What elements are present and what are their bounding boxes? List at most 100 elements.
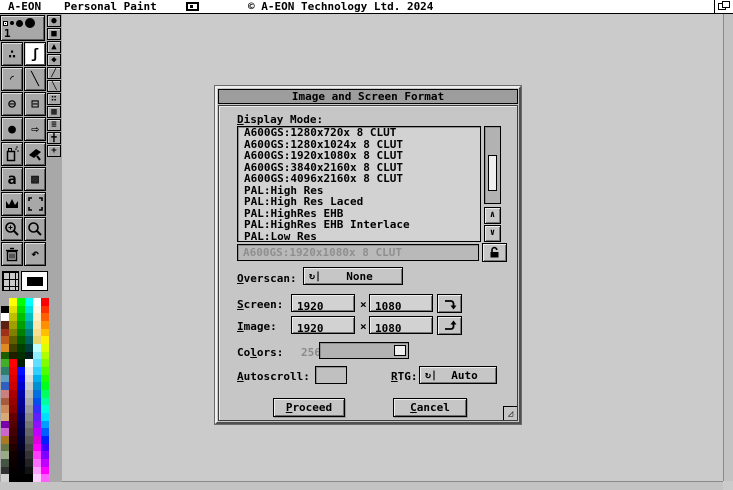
image-width-input[interactable]: [292, 321, 354, 337]
palette-color[interactable]: [33, 451, 41, 459]
palette-color[interactable]: [33, 398, 41, 406]
dialog-resize-gadget[interactable]: ◿: [503, 406, 517, 420]
palette-color[interactable]: [9, 444, 17, 452]
dither-tool[interactable]: ▩: [24, 167, 46, 191]
palette-color[interactable]: [41, 436, 49, 444]
palette-color[interactable]: [41, 459, 49, 467]
dense-dither-pattern[interactable]: ▦: [47, 106, 61, 118]
palette-color[interactable]: [25, 359, 33, 367]
palette-color[interactable]: [17, 467, 25, 475]
proceed-button[interactable]: Proceed: [273, 398, 345, 417]
palette-color[interactable]: [1, 436, 9, 444]
palette-color[interactable]: [17, 405, 25, 413]
palette-color[interactable]: [33, 390, 41, 398]
palette-color[interactable]: [1, 398, 9, 406]
palette-color[interactable]: [25, 428, 33, 436]
palette-color[interactable]: [17, 306, 25, 314]
palette-color[interactable]: [1, 352, 9, 360]
palette-color[interactable]: [25, 405, 33, 413]
palette-color[interactable]: [9, 428, 17, 436]
palette-color[interactable]: [17, 298, 25, 306]
palette-color[interactable]: [9, 359, 17, 367]
display-mode-item[interactable]: PAL:High Res Laced: [238, 196, 480, 208]
palette-color[interactable]: [33, 421, 41, 429]
palette-color[interactable]: [33, 298, 41, 306]
display-mode-item[interactable]: PAL:HighRes EHB Interlace: [238, 219, 480, 231]
line-tool[interactable]: ╲: [24, 67, 46, 91]
palette-color[interactable]: [9, 451, 17, 459]
display-mode-item[interactable]: A600GS:4096x2160x 8 CLUT: [238, 173, 480, 185]
palette-color[interactable]: [41, 467, 49, 475]
palette-color[interactable]: [1, 306, 9, 314]
palette-color[interactable]: [33, 306, 41, 314]
palette-color[interactable]: [1, 444, 9, 452]
palette-color[interactable]: [17, 444, 25, 452]
palette-color[interactable]: [17, 428, 25, 436]
palette-color[interactable]: [17, 398, 25, 406]
palette-color[interactable]: [25, 336, 33, 344]
palette-color[interactable]: [1, 459, 9, 467]
palette-color[interactable]: [9, 321, 17, 329]
palette-color[interactable]: [17, 390, 25, 398]
palette-color[interactable]: [9, 298, 17, 306]
palette-color[interactable]: [25, 398, 33, 406]
palette-color[interactable]: [1, 367, 9, 375]
diamond-brush[interactable]: ◆: [47, 54, 61, 66]
palette-color[interactable]: [1, 375, 9, 383]
palette-color[interactable]: [41, 398, 49, 406]
fill-tool[interactable]: [24, 142, 46, 166]
palette-color[interactable]: [17, 336, 25, 344]
palette-color[interactable]: [17, 352, 25, 360]
palette-color[interactable]: [17, 436, 25, 444]
undo-tool[interactable]: ↶: [24, 242, 46, 266]
palette-color[interactable]: [17, 421, 25, 429]
current-color-indicator[interactable]: [21, 271, 48, 291]
palette-color[interactable]: [33, 405, 41, 413]
palette-color[interactable]: [41, 421, 49, 429]
palette-color[interactable]: [33, 336, 41, 344]
ellipse-tool[interactable]: ⊖: [1, 92, 23, 116]
window-vertical-scrollbar[interactable]: [723, 14, 733, 481]
palette-color[interactable]: [33, 375, 41, 383]
palette-color[interactable]: [9, 367, 17, 375]
display-mode-item[interactable]: A600GS:1280x720x 8 CLUT: [238, 127, 480, 139]
palette-color[interactable]: [9, 467, 17, 475]
palette-color[interactable]: [41, 444, 49, 452]
colors-slider-knob[interactable]: [394, 345, 406, 356]
palette-color[interactable]: [9, 390, 17, 398]
cross-brush[interactable]: +: [47, 145, 61, 157]
palette-color[interactable]: [9, 413, 17, 421]
display-mode-item[interactable]: A600GS:1920x1080x 8 CLUT: [238, 150, 480, 162]
palette-color[interactable]: [9, 436, 17, 444]
mode-lock-button[interactable]: [482, 243, 507, 262]
palette-color[interactable]: [1, 359, 9, 367]
overscan-cycle-button[interactable]: ↻| None: [303, 267, 403, 285]
palette-color[interactable]: [41, 344, 49, 352]
palette-color[interactable]: [25, 375, 33, 383]
palette-color[interactable]: [41, 306, 49, 314]
palette-color[interactable]: [41, 451, 49, 459]
spray-tool[interactable]: [1, 142, 23, 166]
palette-color[interactable]: [1, 467, 9, 475]
curve-tool[interactable]: ◜: [1, 67, 23, 91]
scroll-up-button[interactable]: ∧: [484, 207, 501, 224]
palette-color[interactable]: [41, 405, 49, 413]
palette-color[interactable]: [1, 413, 9, 421]
palette-color[interactable]: [33, 436, 41, 444]
palette-color[interactable]: [17, 313, 25, 321]
palette-color[interactable]: [33, 467, 41, 475]
freehand-tool[interactable]: ʃ: [24, 42, 46, 66]
cancel-button[interactable]: Cancel: [393, 398, 467, 417]
palette-color[interactable]: [41, 474, 49, 482]
palette-color[interactable]: [1, 336, 9, 344]
palette-color[interactable]: [33, 344, 41, 352]
palette-color[interactable]: [25, 329, 33, 337]
copy-image-to-screen-button[interactable]: [437, 316, 462, 335]
palette-color[interactable]: [9, 474, 17, 482]
screen-height-input[interactable]: [370, 299, 432, 315]
palette-color[interactable]: [9, 313, 17, 321]
magnify-tool[interactable]: [24, 217, 46, 241]
palette-color[interactable]: [1, 451, 9, 459]
builtin-brushes-tool[interactable]: 1: [0, 15, 45, 41]
screen-width-input[interactable]: [292, 299, 354, 315]
